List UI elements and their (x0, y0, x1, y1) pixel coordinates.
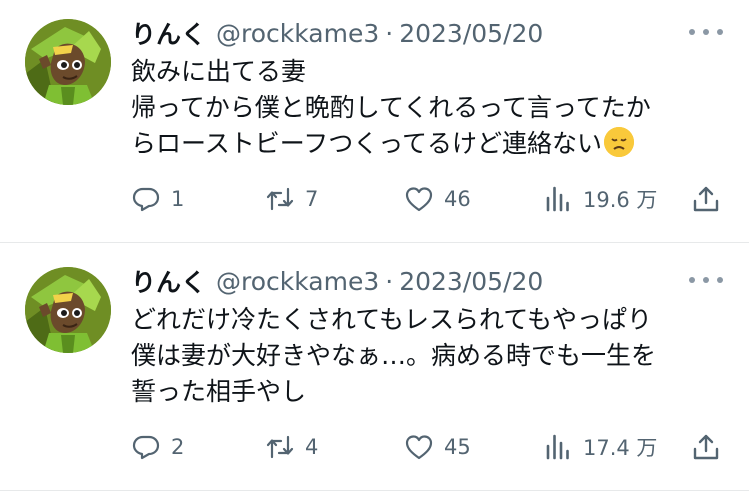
retweet-count: 7 (305, 187, 319, 211)
view-count: 19.6 万 (583, 188, 658, 212)
share-upload-icon (693, 434, 719, 460)
bar-chart-icon (546, 434, 569, 460)
tweet-text: 飲みに出てる妻 帰ってから僕と晩酌してくれるって言ってたか らローストビーフつく… (131, 54, 731, 162)
header-separator: · (385, 266, 394, 296)
heart-icon (405, 187, 433, 212)
author-handle[interactable]: @rockkame3 (216, 19, 379, 48)
tweet-header: りんく @rockkame3 · 2023/05/20 (131, 14, 543, 52)
retweet-button[interactable]: 7 (265, 182, 318, 216)
retweet-button[interactable]: 4 (265, 430, 318, 464)
share-upload-icon (693, 186, 719, 212)
tweet-date[interactable]: 2023/05/20 (399, 267, 543, 296)
more-dots-icon[interactable] (689, 20, 723, 44)
reply-button[interactable]: 1 (131, 182, 184, 216)
like-count: 46 (444, 187, 471, 211)
tweet-divider (0, 490, 749, 491)
author-name[interactable]: りんく (131, 263, 206, 299)
view-count: 17.4 万 (583, 436, 658, 460)
avatar[interactable] (25, 19, 111, 105)
reply-count: 2 (171, 435, 185, 459)
more-dots-icon[interactable] (689, 268, 723, 292)
like-button[interactable]: 46 (404, 182, 471, 216)
like-button[interactable]: 45 (404, 430, 471, 464)
avatar-link-character-image (25, 267, 111, 353)
tweet-text-line: 飲みに出てる妻 (131, 57, 307, 86)
bar-chart-icon (546, 186, 569, 212)
tweet-date[interactable]: 2023/05/20 (399, 19, 543, 48)
tweet-divider (0, 242, 749, 243)
author-name[interactable]: りんく (131, 15, 206, 51)
tweet-text-line: 僕は妻が大好きやなぁ…。病める時でも一生を (131, 341, 657, 370)
tweet-text-line: 帰ってから僕と晩酌してくれるって言ってたか (131, 93, 651, 122)
retweet-count: 4 (305, 435, 319, 459)
tweet-text: どれだけ冷たくされてもレスられてもやっぱり 僕は妻が大好きやなぁ…。病める時でも… (131, 302, 731, 410)
heart-icon (405, 435, 433, 460)
tweet-actions: 1 7 46 19.6 万 (0, 182, 749, 216)
speech-bubble-icon (132, 435, 160, 460)
reply-button[interactable]: 2 (131, 430, 184, 464)
retweet-arrows-icon (266, 187, 294, 211)
author-handle[interactable]: @rockkame3 (216, 267, 379, 296)
tweet-text-line: らローストビーフつくってるけど連絡ない (131, 126, 731, 162)
header-separator: · (385, 18, 394, 48)
views-button[interactable]: 17.4 万 (543, 430, 657, 464)
reply-count: 1 (171, 187, 185, 211)
tweet-text-line-content: らローストビーフつくってるけど連絡ない (131, 129, 603, 158)
avatar-link-character-image (25, 19, 111, 105)
disappointed-face-emoji-icon (604, 127, 635, 157)
tweet-actions: 2 4 45 17.4 万 (0, 430, 749, 464)
tweet-header: りんく @rockkame3 · 2023/05/20 (131, 262, 543, 300)
speech-bubble-icon (132, 187, 160, 212)
views-button[interactable]: 19.6 万 (543, 182, 657, 216)
like-count: 45 (444, 435, 471, 459)
tweet-text-line: 誓った相手やし (131, 377, 307, 406)
avatar[interactable] (25, 267, 111, 353)
share-button[interactable] (691, 182, 721, 216)
share-button[interactable] (691, 430, 721, 464)
retweet-arrows-icon (266, 435, 294, 459)
tweet-text-line: どれだけ冷たくされてもレスられてもやっぱり (131, 305, 653, 334)
